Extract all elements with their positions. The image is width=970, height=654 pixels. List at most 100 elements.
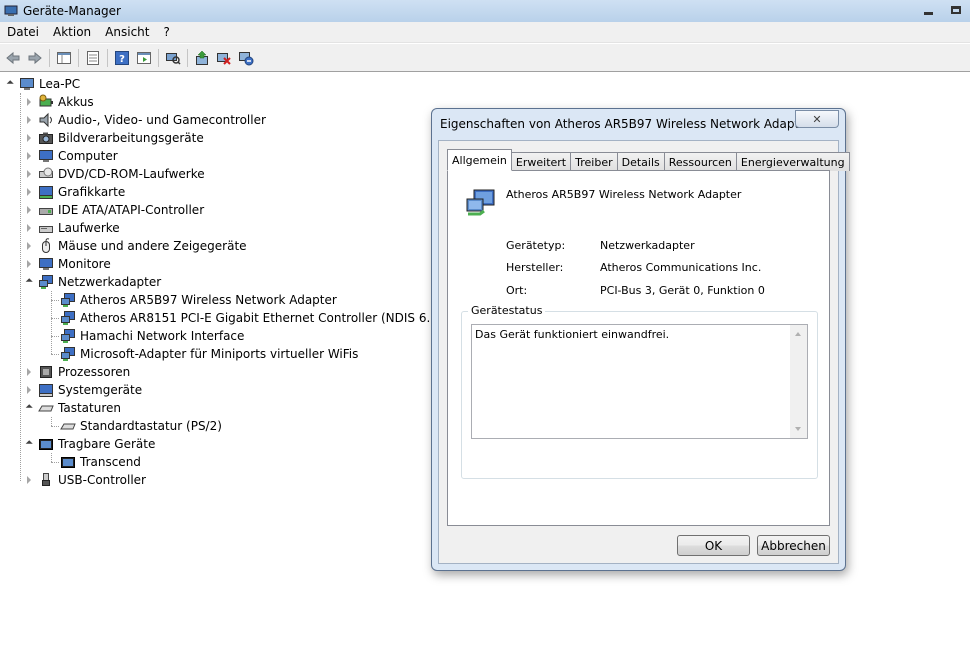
tree-item-label: Tragbare Geräte	[58, 437, 156, 451]
expand-arrow-icon[interactable]	[27, 386, 31, 394]
device-status-label: Gerätestatus	[468, 304, 546, 317]
tree-item-atheros-wireless[interactable]: Atheros AR5B97 Wireless Network Adapter	[60, 291, 337, 309]
tree-item-atheros-ethernet[interactable]: Atheros AR8151 PCI-E Gigabit Ethernet Co…	[60, 309, 450, 327]
dialog-close-button[interactable]: ✕	[795, 110, 839, 128]
tree-item-ide[interactable]: IDE ATA/ATAPI-Controller	[25, 201, 204, 219]
keyboard-icon	[60, 423, 76, 430]
prop-label-geraetetyp: Gerätetyp:	[506, 239, 566, 252]
disable-device-button[interactable]	[213, 47, 235, 69]
tree-item-netzwerkadapter[interactable]: Netzwerkadapter	[25, 273, 161, 291]
tree-item-systemgeraete[interactable]: Systemgeräte	[25, 381, 142, 399]
tree-connector	[51, 354, 59, 355]
update-driver-icon	[196, 50, 208, 65]
cancel-button[interactable]: Abbrechen	[757, 535, 830, 556]
tab-energieverwaltung[interactable]: Energieverwaltung	[735, 152, 850, 171]
window-title: Geräte-Manager	[23, 4, 121, 18]
menu-help[interactable]: ?	[156, 25, 176, 39]
expand-arrow-icon[interactable]	[27, 188, 31, 196]
close-icon: ✕	[812, 112, 822, 126]
tree-item-laufwerke[interactable]: Laufwerke	[25, 219, 120, 237]
expand-arrow-icon[interactable]	[27, 242, 31, 250]
tree-item-monitore[interactable]: Monitore	[25, 255, 111, 273]
tree-item-label: Audio-, Video- und Gamecontroller	[58, 113, 266, 127]
computer-icon	[20, 78, 34, 90]
tree-item-dvd[interactable]: DVD/CD-ROM-Laufwerke	[25, 165, 205, 183]
maximize-icon	[951, 6, 961, 14]
tree-item-bildverarbeitung[interactable]: Bildverarbeitungsgeräte	[25, 129, 204, 147]
tree-item-prozessoren[interactable]: Prozessoren	[25, 363, 130, 381]
tree-item-label: IDE ATA/ATAPI-Controller	[58, 203, 205, 217]
dialog-client-area: Allgemein Erweitert Treiber Details Ress…	[438, 140, 850, 564]
scan-hardware-button[interactable]	[162, 47, 184, 69]
expand-arrow-icon[interactable]	[27, 116, 31, 124]
forward-button[interactable]	[24, 47, 46, 69]
prop-label-hersteller: Hersteller:	[506, 261, 564, 274]
expand-arrow-icon[interactable]	[27, 260, 31, 268]
tree-item-label: Microsoft-Adapter für Miniports virtuell…	[80, 347, 359, 361]
tree-item-label: Akkus	[58, 95, 94, 109]
tree-item-ms-wifi-miniport[interactable]: Microsoft-Adapter für Miniports virtuell…	[60, 345, 358, 363]
tree-item-tragbare-geraete[interactable]: Tragbare Geräte	[25, 435, 155, 453]
expand-arrow-icon[interactable]	[27, 134, 31, 142]
prop-value-ort: PCI-Bus 3, Gerät 0, Funktion 0	[600, 284, 765, 297]
properties-icon	[87, 50, 99, 65]
tree-connector	[51, 417, 52, 426]
show-hide-tree-button[interactable]	[53, 47, 75, 69]
properties-button[interactable]	[82, 47, 104, 69]
window-titlebar: Geräte-Manager	[0, 0, 970, 22]
expand-arrow-icon[interactable]	[27, 98, 31, 106]
tab-erweitert[interactable]: Erweitert	[510, 152, 572, 171]
tree-item-hamachi[interactable]: Hamachi Network Interface	[60, 327, 244, 345]
tree-item-usb[interactable]: USB-Controller	[25, 471, 146, 489]
tree-item-label: DVD/CD-ROM-Laufwerke	[58, 167, 205, 181]
scan-hardware-icon	[166, 52, 181, 65]
tab-ressourcen[interactable]: Ressourcen	[663, 152, 737, 171]
tree-item-label: Mäuse und andere Zeigegeräte	[58, 239, 247, 253]
toolbar-separator	[49, 48, 50, 67]
scroll-up-icon[interactable]	[795, 332, 801, 336]
ok-button[interactable]: OK	[677, 535, 750, 556]
tree-connector	[51, 300, 59, 301]
uninstall-button[interactable]	[235, 47, 257, 69]
tree-item-transcend[interactable]: Transcend	[60, 453, 141, 471]
tree-root[interactable]: Lea-PC	[6, 75, 80, 93]
tab-treiber[interactable]: Treiber	[570, 152, 618, 171]
battery-icon	[39, 94, 53, 107]
collapse-arrow-icon[interactable]	[6, 79, 14, 87]
help-button[interactable]: ?	[111, 47, 133, 69]
menu-datei[interactable]: Datei	[0, 25, 46, 39]
expand-arrow-icon[interactable]	[27, 476, 31, 484]
update-driver-button[interactable]	[191, 47, 213, 69]
collapse-arrow-icon[interactable]	[25, 277, 33, 285]
tab-allgemein[interactable]: Allgemein	[447, 149, 512, 171]
tree-item-audio[interactable]: Audio-, Video- und Gamecontroller	[25, 111, 266, 129]
tree-item-akkus[interactable]: Akkus	[25, 93, 94, 111]
expand-arrow-icon[interactable]	[27, 368, 31, 376]
tree-item-standardtastatur[interactable]: Standardtastatur (PS/2)	[60, 417, 222, 435]
network-adapter-icon	[61, 347, 75, 361]
prop-label-ort: Ort:	[506, 284, 528, 297]
forward-icon	[28, 51, 42, 64]
maximize-button[interactable]	[942, 0, 970, 20]
back-button[interactable]	[2, 47, 24, 69]
expand-arrow-icon[interactable]	[27, 152, 31, 160]
status-scrollbar[interactable]	[790, 325, 807, 438]
menu-aktion[interactable]: Aktion	[46, 25, 98, 39]
expand-arrow-icon[interactable]	[27, 224, 31, 232]
disable-device-icon	[217, 52, 231, 65]
expand-arrow-icon[interactable]	[27, 206, 31, 214]
minimize-button[interactable]	[914, 0, 942, 20]
device-status-textbox[interactable]: Das Gerät funktioniert einwandfrei.	[471, 324, 808, 439]
collapse-arrow-icon[interactable]	[25, 403, 33, 411]
tree-item-grafikkarte[interactable]: Grafikkarte	[25, 183, 125, 201]
action-pane-button[interactable]	[133, 47, 155, 69]
tree-item-maeuse[interactable]: Mäuse und andere Zeigegeräte	[25, 237, 247, 255]
scroll-down-icon[interactable]	[795, 427, 801, 431]
tree-item-computer[interactable]: Computer	[25, 147, 118, 165]
expand-arrow-icon[interactable]	[27, 170, 31, 178]
menu-ansicht[interactable]: Ansicht	[98, 25, 156, 39]
tree-item-tastaturen[interactable]: Tastaturen	[25, 399, 121, 417]
tab-details[interactable]: Details	[616, 152, 665, 171]
collapse-arrow-icon[interactable]	[25, 439, 33, 447]
network-adapter-icon	[61, 293, 75, 307]
